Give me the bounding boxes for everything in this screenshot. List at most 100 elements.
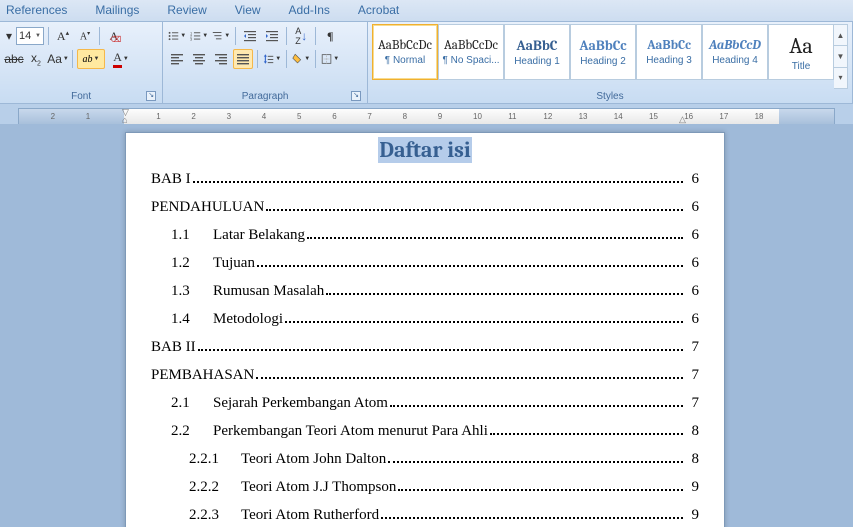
- toc-leader: [285, 312, 683, 323]
- gallery-scroll-icon[interactable]: ▲: [834, 25, 847, 46]
- separator: [99, 27, 100, 45]
- tab-references[interactable]: References: [6, 3, 67, 17]
- toc-number: 1.2: [171, 255, 213, 272]
- toc-row[interactable]: 1.4Metodologi6: [151, 311, 699, 328]
- align-center-button[interactable]: [189, 49, 209, 69]
- grow-font-button[interactable]: A▴: [53, 26, 73, 46]
- toc-row[interactable]: 1.3Rumusan Masalah6: [151, 283, 699, 300]
- style-tile-heading-2[interactable]: AaBbCcHeading 2: [570, 24, 636, 80]
- separator: [315, 50, 316, 68]
- document-title[interactable]: Daftar isi: [151, 137, 699, 163]
- text-highlight-button[interactable]: ab▼: [77, 49, 105, 69]
- ruler-tick: 4: [262, 112, 266, 121]
- toc-leader: [266, 200, 683, 211]
- style-tile-heading-3[interactable]: AaBbCcHeading 3: [636, 24, 702, 80]
- toc-leader: [326, 284, 683, 295]
- separator: [235, 27, 236, 45]
- toc-row[interactable]: 1.1Latar Belakang6: [151, 227, 699, 244]
- toc-text: PEMBAHASAN: [151, 367, 254, 384]
- table-of-contents[interactable]: BAB I6PENDAHULUAN61.1Latar Belakang61.2T…: [151, 171, 699, 524]
- clear-formatting-button[interactable]: A⌫: [104, 26, 124, 46]
- group-label-font: Font ↘: [4, 89, 158, 103]
- toc-row[interactable]: PENDAHULUAN6: [151, 199, 699, 216]
- toc-page: 7: [685, 395, 699, 412]
- ruler-left-margin: [19, 109, 124, 124]
- bullets-button[interactable]: ▼: [167, 26, 187, 46]
- toc-leader: [257, 256, 683, 267]
- ruler-tick: 10: [473, 112, 482, 121]
- shading-button[interactable]: ▼: [291, 49, 311, 69]
- sort-button[interactable]: AZ↓: [291, 26, 311, 46]
- align-right-button[interactable]: [211, 49, 231, 69]
- group-label-paragraph: Paragraph ↘: [167, 89, 363, 103]
- numbering-button[interactable]: 123▼: [189, 26, 209, 46]
- ruler-tick: 16: [684, 112, 693, 121]
- toc-row[interactable]: BAB II7: [151, 339, 699, 356]
- multilevel-list-button[interactable]: ▼: [211, 26, 231, 46]
- toc-leader: [307, 228, 683, 239]
- toc-text: Teori Atom J.J Thompson: [241, 479, 396, 496]
- increase-indent-button[interactable]: [262, 26, 282, 46]
- page[interactable]: Daftar isi BAB I6PENDAHULUAN61.1Latar Be…: [125, 132, 725, 527]
- tab-addins[interactable]: Add-Ins: [289, 3, 330, 17]
- ruler-tick: 7: [367, 112, 371, 121]
- toc-row[interactable]: 2.2.3Teori Atom Rutherford9: [151, 507, 699, 524]
- tab-view[interactable]: View: [235, 3, 261, 17]
- separator: [286, 27, 287, 45]
- justify-button[interactable]: [233, 49, 253, 69]
- line-spacing-button[interactable]: ▼: [262, 49, 282, 69]
- document-area[interactable]: Daftar isi BAB I6PENDAHULUAN61.1Latar Be…: [0, 124, 853, 527]
- toc-row[interactable]: 2.2.2Teori Atom J.J Thompson 9: [151, 479, 699, 496]
- tab-mailings[interactable]: Mailings: [95, 3, 139, 17]
- toc-row[interactable]: 1.2Tujuan6: [151, 255, 699, 272]
- style-tile-heading-4[interactable]: AaBbCcDHeading 4: [702, 24, 768, 80]
- borders-button[interactable]: ▼: [320, 49, 340, 69]
- subscript-button[interactable]: x2: [26, 49, 46, 69]
- show-paragraph-marks-button[interactable]: ¶: [320, 26, 340, 46]
- style-tile--normal[interactable]: AaBbCcDc¶ Normal: [372, 24, 438, 80]
- toc-number: 2.2: [171, 423, 213, 440]
- tab-review[interactable]: Review: [167, 3, 206, 17]
- change-case-button[interactable]: Aa▼: [48, 49, 68, 69]
- toc-number: 1.3: [171, 283, 213, 300]
- decrease-indent-button[interactable]: [240, 26, 260, 46]
- styles-gallery[interactable]: AaBbCcDc¶ NormalAaBbCcDc¶ No Spaci...AaB…: [372, 24, 848, 89]
- align-left-button[interactable]: [167, 49, 187, 69]
- font-size-combo[interactable]: 14 ▼: [16, 27, 44, 45]
- toc-page: 9: [685, 507, 699, 524]
- ruler-tick: 18: [755, 112, 764, 121]
- separator: [48, 27, 49, 45]
- toc-row[interactable]: BAB I6: [151, 171, 699, 188]
- shrink-font-button[interactable]: A▾: [75, 26, 95, 46]
- toc-leader: [193, 172, 683, 183]
- toc-number: 2.2.2: [189, 479, 241, 496]
- gallery-scroll-icon[interactable]: ▾: [834, 68, 847, 88]
- toc-text: Latar Belakang: [213, 227, 305, 244]
- toc-page: 6: [685, 255, 699, 272]
- paragraph-dialog-launcher[interactable]: ↘: [351, 91, 361, 101]
- font-color-button[interactable]: A▼: [107, 49, 135, 69]
- strikethrough-button[interactable]: abc: [4, 49, 24, 69]
- toc-page: 6: [685, 283, 699, 300]
- style-tile--no-spaci-[interactable]: AaBbCcDc¶ No Spaci...: [438, 24, 504, 80]
- toc-leader: [398, 480, 683, 491]
- toc-text: PENDAHULUAN: [151, 199, 264, 216]
- toc-page: 9: [685, 479, 699, 496]
- toc-row[interactable]: 2.1Sejarah Perkembangan Atom7: [151, 395, 699, 412]
- toc-row[interactable]: 2.2Perkembangan Teori Atom menurut Para …: [151, 423, 699, 440]
- tab-acrobat[interactable]: Acrobat: [358, 3, 399, 17]
- style-tile-title[interactable]: AaTitle: [768, 24, 834, 80]
- toc-row[interactable]: 2.2.1Teori Atom John Dalton8: [151, 451, 699, 468]
- group-font: ▾ 14 ▼ A▴ A▾ A⌫ abc x2 Aa▼ ab▼: [0, 22, 163, 103]
- font-dialog-launcher[interactable]: ↘: [146, 91, 156, 101]
- horizontal-ruler[interactable]: ▽ ⌂ △ 21123456789101112131415161718: [18, 108, 835, 125]
- toc-row[interactable]: PEMBAHASAN7: [151, 367, 699, 384]
- separator: [72, 50, 73, 68]
- gallery-scroll-icon[interactable]: ▼: [834, 46, 847, 67]
- style-tile-heading-1[interactable]: AaBbCHeading 1: [504, 24, 570, 80]
- ruler-tick: 15: [649, 112, 658, 121]
- separator: [315, 27, 316, 45]
- toc-leader: [256, 368, 683, 379]
- toc-page: 6: [685, 227, 699, 244]
- font-name-dropdown-arrow-icon[interactable]: ▾: [4, 26, 14, 46]
